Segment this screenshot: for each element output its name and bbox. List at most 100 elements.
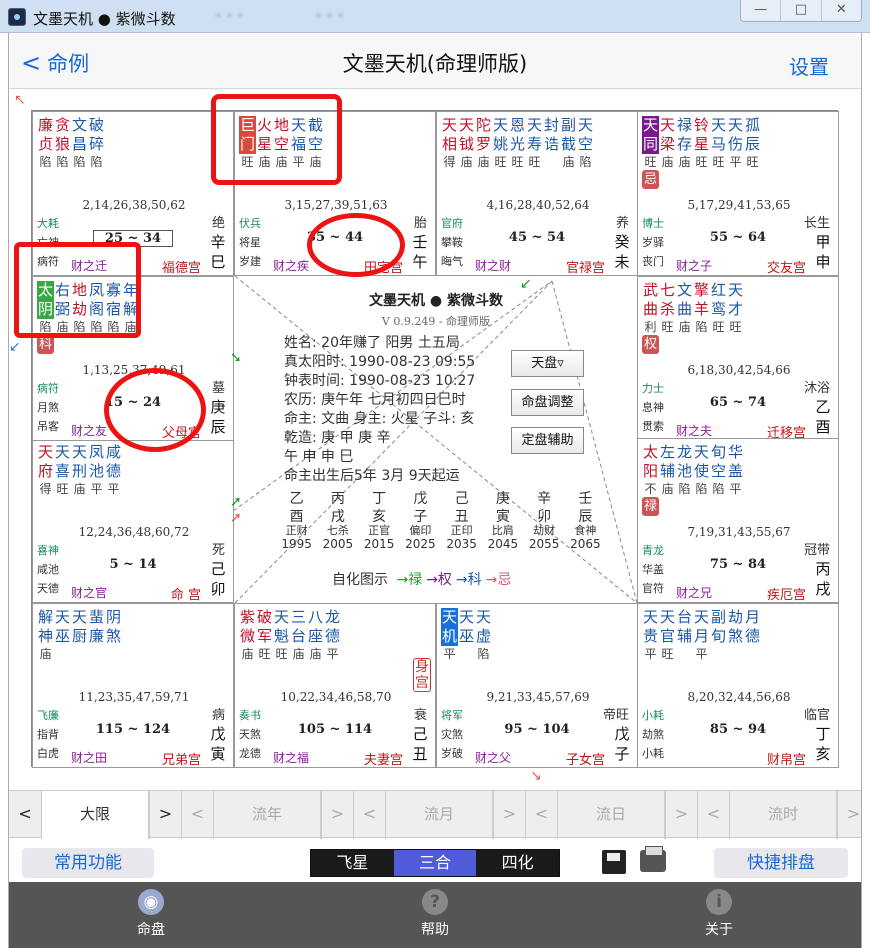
dayun-cell: 食神	[574, 524, 597, 537]
star: 天魁旺	[273, 608, 290, 663]
next-period-button[interactable]: >	[665, 791, 697, 839]
star-list: 解神庙天巫天厨蜚廉阴煞	[37, 608, 122, 663]
god-3: 吊客	[37, 420, 59, 433]
next-period-button[interactable]: >	[493, 791, 525, 839]
star-brightness: 庙	[73, 482, 86, 496]
period-label[interactable]: 流日	[557, 791, 665, 839]
palace-cell[interactable]: 天同旺天梁庙禄存庙铃星旺天马旺天伤平孤辰旺忌 5,17,29,41,53,65 长生…	[637, 111, 839, 276]
star-list: 巨门旺火星庙地空庙天福平截空庙	[239, 116, 324, 171]
tab-help[interactable]: ? 帮助	[375, 882, 495, 948]
next-period-button[interactable]: >	[837, 791, 869, 839]
star-name: 副旬	[710, 608, 726, 645]
minimize-button[interactable]: —	[741, 0, 782, 21]
next-period-button[interactable]: >	[321, 791, 353, 839]
palace-ganzhi: 戊子	[614, 725, 630, 763]
star: 陀罗庙	[475, 116, 492, 171]
mode-sanhe[interactable]: 三合	[393, 850, 477, 876]
age-list: 2,14,26,38,50,62	[82, 198, 186, 212]
prev-period-button[interactable]: <	[353, 791, 385, 839]
star: 封诰	[543, 116, 560, 171]
chart-adjust-button[interactable]: 命盘调整	[511, 389, 584, 416]
next-period-button[interactable]: >	[149, 791, 181, 839]
dayun-cell: 七杀	[326, 524, 349, 537]
mode-sihua[interactable]: 四化	[476, 850, 560, 876]
prev-period-button[interactable]: <	[181, 791, 213, 839]
star-brightness: 庙	[678, 155, 691, 169]
prev-period-button[interactable]: <	[9, 791, 41, 839]
dayun-cell: 2045	[487, 537, 519, 551]
palace-cell[interactable]: 天府得天喜旺天刑庙凤池平咸德平 12,24,36,48,60,72 死 5 ~ 14 己…	[32, 438, 234, 603]
cai-label: 财之官	[71, 586, 108, 600]
prev-period-button[interactable]: <	[697, 791, 729, 839]
period-label[interactable]: 流月	[385, 791, 493, 839]
tianpan-dropdown[interactable]: 天盘▿	[511, 350, 584, 377]
tab-chart[interactable]: ◉ 命盘	[91, 882, 211, 948]
save-icon[interactable]	[602, 850, 626, 874]
god-1: 飞廉	[37, 709, 59, 722]
god-2: 岁驿	[642, 236, 664, 249]
info-line: 命主: 文曲 身主: 火星 子斗: 亥	[284, 411, 475, 427]
cai-label: 财之迁	[71, 259, 108, 273]
cai-label: 财之财	[475, 259, 512, 273]
god-1: 青龙	[642, 544, 664, 557]
palace-cell[interactable]: 太阴陷右弼庙地劫陷凤阁陷寡宿陷年解庙科 1,13,25,37,49,61 墓 15 ~…	[32, 276, 234, 441]
star: 凤池平	[88, 443, 105, 498]
star-brightness: 庙	[124, 320, 137, 334]
close-button[interactable]: ✕	[822, 0, 861, 21]
palace-cell[interactable]: 廉贞陷贪狼陷文昌陷破碎陷 2,14,26,38,50,62 绝 25 ~ 34 辛巳大耗…	[32, 111, 234, 276]
star-name: 天府	[37, 443, 53, 480]
print-icon[interactable]	[640, 846, 666, 872]
life-stage: 胎	[413, 216, 427, 231]
star-brightness: 旺	[661, 320, 674, 334]
common-functions-button[interactable]: 常用功能	[22, 848, 154, 878]
palace-cell[interactable]: 天机平天巫天虚陷 9,21,33,45,57,69 帝旺 95 ~ 104 戊子 将军 灾煞…	[436, 603, 638, 768]
star: 咸德平	[105, 443, 122, 498]
period-label[interactable]: 大限	[41, 791, 149, 839]
star-brightness: 得	[39, 482, 52, 496]
palace-ganzhi: 甲申	[815, 233, 831, 271]
dayun-range: 105 ~ 114	[297, 722, 373, 737]
palace-cell[interactable]: 解神庙天巫天厨蜚廉阴煞 11,23,35,47,59,71 病 115 ~ 124 戊寅…	[32, 603, 234, 768]
star: 破军旺	[256, 608, 273, 663]
star-list: 天府得天喜旺天刑庙凤池平咸德平	[37, 443, 122, 498]
star: 天福平	[290, 116, 307, 171]
star: 天喜旺	[54, 443, 71, 498]
chart-assist-button[interactable]: 定盘辅助	[511, 427, 584, 454]
settings-button[interactable]: 设置	[789, 51, 829, 80]
star-brightness: 平	[729, 155, 742, 169]
info-line: 钟表时间: 1990-08-23 10:27	[284, 373, 476, 389]
star-name: 地劫	[71, 281, 87, 318]
period-tab: < 流年 >	[181, 791, 353, 839]
star-brightness: 陷	[579, 155, 592, 169]
palace-cell[interactable]: 武曲利七杀旺文曲庙擎羊陷红鸾旺天才旺权 6,18,30,42,54,66 沐浴 65 …	[637, 276, 839, 441]
tab-info[interactable]: i 关于	[659, 882, 779, 948]
star-name: 天巫	[458, 608, 474, 645]
arrow-icon: ↙	[520, 276, 532, 292]
palace-ganzhi: 己卯	[210, 560, 226, 598]
star-name: 阴煞	[105, 608, 121, 645]
quick-chart-button[interactable]: 快捷排盘	[714, 848, 848, 878]
star: 台辅	[676, 608, 693, 663]
dayun-range: 95 ~ 104	[504, 722, 570, 737]
palace-cell[interactable]: 紫微庙破军旺天魁旺三台庙八座庙龙德平身宫 10,22,34,46,58,70 衰 10…	[234, 603, 436, 768]
palace-cell[interactable]: 太阳不左辅庙龙池陷天使陷旬空陷华盖平禄 7,19,31,43,55,67 冠带 75 …	[637, 438, 839, 603]
period-tab: < 流月 >	[353, 791, 525, 839]
dayun-cell: 正财	[285, 524, 308, 537]
palace-cell[interactable]: 天相得天钺庙陀罗庙天姚旺恩光旺天寿旺封诰副截庙天空陷 4,16,28,40,52,…	[436, 111, 638, 276]
god-3: 白虎	[37, 747, 59, 760]
palace-cell[interactable]: 天贵平天官旺台辅天月平副旬劫煞月德 8,20,32,44,56,68 临官 85 ~ …	[637, 603, 839, 768]
star-name: 旬空	[710, 443, 726, 480]
palace-cell[interactable]: 巨门旺火星庙地空庙天福平截空庙 3,15,27,39,51,63 胎 35 ~ 44 壬…	[234, 111, 436, 276]
prev-period-button[interactable]: <	[525, 791, 557, 839]
period-label[interactable]: 流时	[729, 791, 837, 839]
period-label[interactable]: 流年	[213, 791, 321, 839]
star-name: 天喜	[54, 443, 70, 480]
star-brightness: 庙	[309, 155, 322, 169]
star-name: 太阴	[37, 281, 54, 319]
maximize-button[interactable]: □	[781, 0, 822, 21]
star: 龙池陷	[676, 443, 693, 498]
star: 天寿旺	[526, 116, 543, 171]
star-name: 天厨	[71, 608, 87, 645]
mode-feixing[interactable]: 飞星	[311, 850, 394, 876]
star-brightness: 庙	[477, 155, 490, 169]
